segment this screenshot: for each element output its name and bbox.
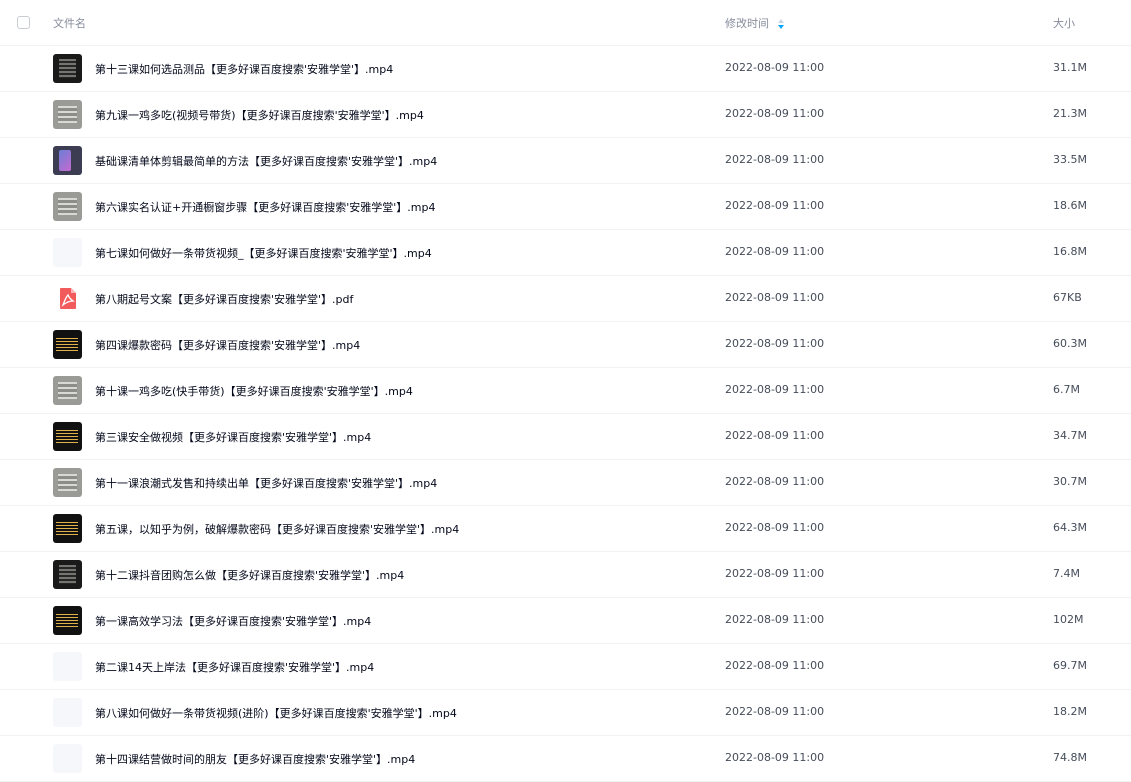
file-size: 30.7M	[1053, 475, 1087, 488]
file-row[interactable]: 第三课安全做视频【更多好课百度搜索'安雅学堂'】.mp4 2022-08-09 1…	[0, 414, 1131, 460]
file-name[interactable]: 第十一课浪潮式发售和持续出单【更多好课百度搜索'安雅学堂'】.mp4	[95, 475, 437, 491]
file-size: 21.3M	[1053, 107, 1087, 120]
file-name[interactable]: 第十课一鸡多吃(快手带货)【更多好课百度搜索'安雅学堂'】.mp4	[95, 383, 413, 399]
pdf-file-icon[interactable]	[53, 284, 82, 313]
file-modified-time: 2022-08-09 11:00	[725, 567, 825, 580]
file-modified-time: 2022-08-09 11:00	[725, 107, 825, 120]
column-header-time-label: 修改时间	[725, 17, 769, 30]
video-thumbnail[interactable]	[53, 146, 82, 175]
file-row[interactable]: 第六课实名认证+开通橱窗步骤【更多好课百度搜索'安雅学堂'】.mp4 2022-0…	[0, 184, 1131, 230]
file-size: 6.7M	[1053, 383, 1080, 396]
file-modified-time: 2022-08-09 11:00	[725, 199, 825, 212]
file-row[interactable]: 第八课如何做好一条带货视频(进阶)【更多好课百度搜索'安雅学堂'】.mp4 202…	[0, 690, 1131, 736]
video-thumbnail[interactable]	[53, 698, 82, 727]
file-row[interactable]: 第一课高效学习法【更多好课百度搜索'安雅学堂'】.mp4 2022-08-09 1…	[0, 598, 1131, 644]
file-modified-time: 2022-08-09 11:00	[725, 245, 825, 258]
file-size: 69.7M	[1053, 659, 1087, 672]
file-row[interactable]: 第五课，以知乎为例，破解爆款密码【更多好课百度搜索'安雅学堂'】.mp4 2022…	[0, 506, 1131, 552]
file-modified-time: 2022-08-09 11:00	[725, 337, 825, 350]
video-thumbnail[interactable]	[53, 652, 82, 681]
file-row[interactable]: 基础课清单体剪辑最简单的方法【更多好课百度搜索'安雅学堂'】.mp4 2022-0…	[0, 138, 1131, 184]
file-size: 60.3M	[1053, 337, 1087, 350]
file-row[interactable]: 第七课如何做好一条带货视频_【更多好课百度搜索'安雅学堂'】.mp4 2022-0…	[0, 230, 1131, 276]
file-size: 16.8M	[1053, 245, 1087, 258]
video-thumbnail[interactable]	[53, 54, 82, 83]
video-thumbnail[interactable]	[53, 468, 82, 497]
video-thumbnail[interactable]	[53, 192, 82, 221]
file-modified-time: 2022-08-09 11:00	[725, 613, 825, 626]
file-modified-time: 2022-08-09 11:00	[725, 429, 825, 442]
column-header-time[interactable]: 修改时间	[725, 15, 785, 31]
file-list: 第十三课如何选品测品【更多好课百度搜索'安雅学堂'】.mp4 2022-08-09…	[0, 46, 1131, 782]
file-name[interactable]: 第四课爆款密码【更多好课百度搜索'安雅学堂'】.mp4	[95, 337, 360, 353]
file-name[interactable]: 第七课如何做好一条带货视频_【更多好课百度搜索'安雅学堂'】.mp4	[95, 245, 432, 261]
file-name[interactable]: 第三课安全做视频【更多好课百度搜索'安雅学堂'】.mp4	[95, 429, 371, 445]
file-name[interactable]: 第十二课抖音团购怎么做【更多好课百度搜索'安雅学堂'】.mp4	[95, 567, 404, 583]
file-name[interactable]: 第十三课如何选品测品【更多好课百度搜索'安雅学堂'】.mp4	[95, 61, 393, 77]
file-name[interactable]: 第六课实名认证+开通橱窗步骤【更多好课百度搜索'安雅学堂'】.mp4	[95, 199, 435, 215]
column-header-size[interactable]: 大小	[1053, 15, 1075, 31]
file-size: 34.7M	[1053, 429, 1087, 442]
video-thumbnail[interactable]	[53, 744, 82, 773]
sort-arrows-icon[interactable]	[777, 18, 785, 30]
file-modified-time: 2022-08-09 11:00	[725, 153, 825, 166]
file-name[interactable]: 第八课如何做好一条带货视频(进阶)【更多好课百度搜索'安雅学堂'】.mp4	[95, 705, 457, 721]
file-modified-time: 2022-08-09 11:00	[725, 751, 825, 764]
video-thumbnail[interactable]	[53, 330, 82, 359]
file-row[interactable]: 第十四课结营做时间的朋友【更多好课百度搜索'安雅学堂'】.mp4 2022-08-…	[0, 736, 1131, 782]
file-name[interactable]: 基础课清单体剪辑最简单的方法【更多好课百度搜索'安雅学堂'】.mp4	[95, 153, 437, 169]
file-modified-time: 2022-08-09 11:00	[725, 61, 825, 74]
file-modified-time: 2022-08-09 11:00	[725, 521, 825, 534]
video-thumbnail[interactable]	[53, 238, 82, 267]
file-modified-time: 2022-08-09 11:00	[725, 475, 825, 488]
file-size: 31.1M	[1053, 61, 1087, 74]
file-row[interactable]: 第十三课如何选品测品【更多好课百度搜索'安雅学堂'】.mp4 2022-08-09…	[0, 46, 1131, 92]
file-modified-time: 2022-08-09 11:00	[725, 705, 825, 718]
table-header: 文件名 修改时间 大小	[0, 0, 1131, 46]
file-row[interactable]: 第二课14天上岸法【更多好课百度搜索'安雅学堂'】.mp4 2022-08-09 …	[0, 644, 1131, 690]
file-row[interactable]: 第十二课抖音团购怎么做【更多好课百度搜索'安雅学堂'】.mp4 2022-08-0…	[0, 552, 1131, 598]
video-thumbnail[interactable]	[53, 560, 82, 589]
video-thumbnail[interactable]	[53, 100, 82, 129]
file-modified-time: 2022-08-09 11:00	[725, 291, 825, 304]
file-row[interactable]: 第十一课浪潮式发售和持续出单【更多好课百度搜索'安雅学堂'】.mp4 2022-0…	[0, 460, 1131, 506]
file-row[interactable]: 第四课爆款密码【更多好课百度搜索'安雅学堂'】.mp4 2022-08-09 11…	[0, 322, 1131, 368]
file-size: 33.5M	[1053, 153, 1087, 166]
select-all-checkbox[interactable]	[17, 16, 30, 29]
file-modified-time: 2022-08-09 11:00	[725, 383, 825, 396]
file-name[interactable]: 第二课14天上岸法【更多好课百度搜索'安雅学堂'】.mp4	[95, 659, 374, 675]
column-header-name[interactable]: 文件名	[53, 15, 86, 31]
file-modified-time: 2022-08-09 11:00	[725, 659, 825, 672]
file-size: 64.3M	[1053, 521, 1087, 534]
file-name[interactable]: 第十四课结营做时间的朋友【更多好课百度搜索'安雅学堂'】.mp4	[95, 751, 415, 767]
file-name[interactable]: 第八期起号文案【更多好课百度搜索'安雅学堂'】.pdf	[95, 291, 353, 307]
video-thumbnail[interactable]	[53, 606, 82, 635]
file-name[interactable]: 第九课一鸡多吃(视频号带货)【更多好课百度搜索'安雅学堂'】.mp4	[95, 107, 424, 123]
file-size: 18.6M	[1053, 199, 1087, 212]
file-row[interactable]: 第十课一鸡多吃(快手带货)【更多好课百度搜索'安雅学堂'】.mp4 2022-08…	[0, 368, 1131, 414]
file-size: 67KB	[1053, 291, 1082, 304]
file-row[interactable]: 第九课一鸡多吃(视频号带货)【更多好课百度搜索'安雅学堂'】.mp4 2022-0…	[0, 92, 1131, 138]
video-thumbnail[interactable]	[53, 422, 82, 451]
file-size: 18.2M	[1053, 705, 1087, 718]
file-table: 文件名 修改时间 大小 第十三课如何选品测品【更多好课百度搜索'安雅学堂'】.m…	[0, 0, 1131, 782]
file-size: 7.4M	[1053, 567, 1080, 580]
file-name[interactable]: 第一课高效学习法【更多好课百度搜索'安雅学堂'】.mp4	[95, 613, 371, 629]
video-thumbnail[interactable]	[53, 376, 82, 405]
video-thumbnail[interactable]	[53, 514, 82, 543]
file-size: 74.8M	[1053, 751, 1087, 764]
file-name[interactable]: 第五课，以知乎为例，破解爆款密码【更多好课百度搜索'安雅学堂'】.mp4	[95, 521, 459, 537]
file-size: 102M	[1053, 613, 1084, 626]
file-row[interactable]: 第八期起号文案【更多好课百度搜索'安雅学堂'】.pdf 2022-08-09 11…	[0, 276, 1131, 322]
